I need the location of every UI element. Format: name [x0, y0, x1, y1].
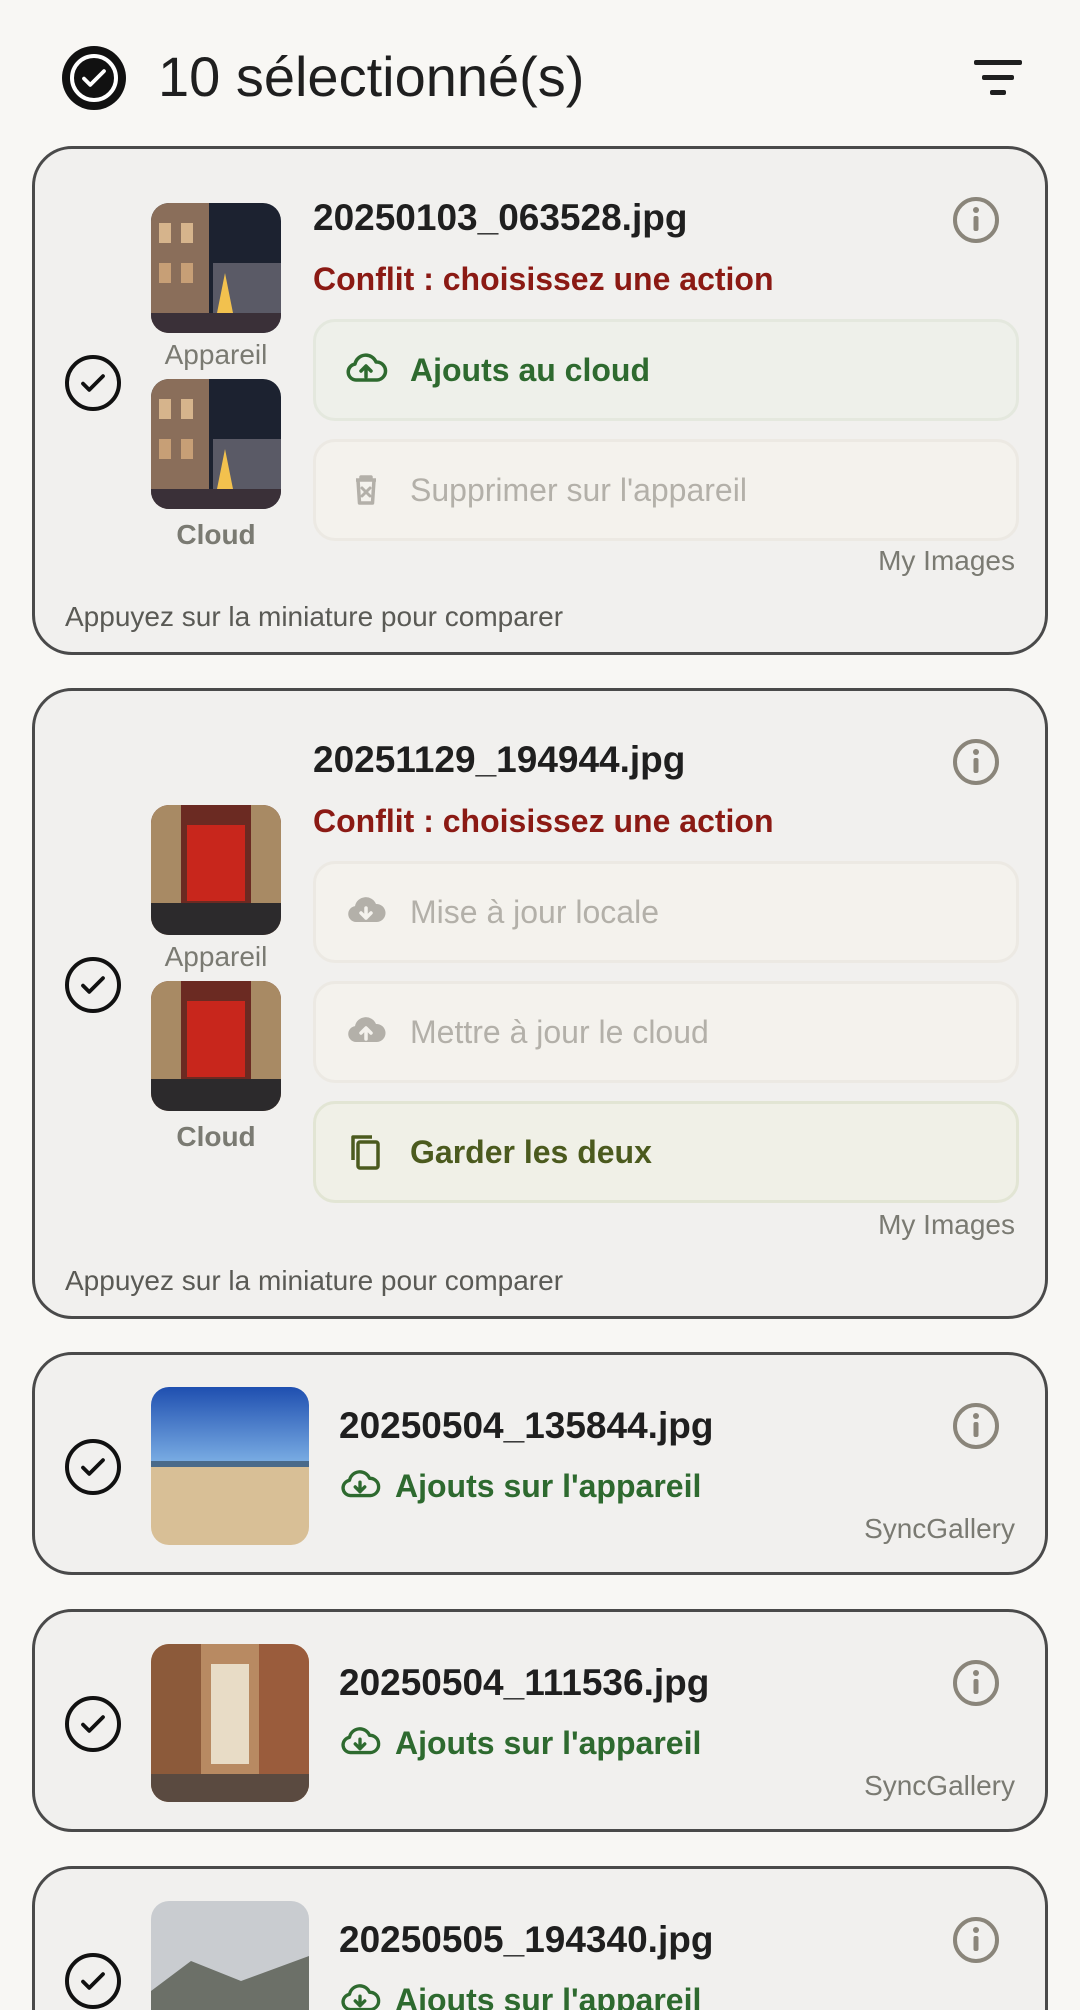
- update-local-button[interactable]: Mise à jour locale: [313, 861, 1019, 963]
- cloud-upload-icon: [348, 1017, 386, 1042]
- selection-count-title: 10 sélectionné(s): [158, 45, 585, 108]
- photo-thumbnail[interactable]: [151, 1644, 309, 1802]
- cloud-download-icon: [341, 1984, 381, 2010]
- cloud-upload-icon: [346, 353, 388, 382]
- source-album: My Images: [878, 545, 1015, 576]
- file-name: 20250103_063528.jpg: [313, 197, 688, 238]
- sync-item-card[interactable]: 20250504_111536.jpg Ajouts sur l'apparei…: [32, 1609, 1048, 1832]
- action-label: Mise à jour locale: [410, 893, 659, 930]
- cloud-thumbnail[interactable]: [151, 981, 281, 1111]
- conflict-card: Appareil Cloud 20250103_063528.jpg Confl…: [32, 146, 1048, 655]
- device-thumbnail[interactable]: [151, 805, 281, 935]
- info-icon[interactable]: [951, 1658, 1001, 1708]
- file-name: 20250505_194340.jpg: [339, 1919, 714, 1960]
- item-check-icon[interactable]: [65, 1953, 121, 2009]
- info-icon[interactable]: [951, 1915, 1001, 1965]
- sync-status-label: Ajouts sur l'appareil: [395, 1981, 702, 2010]
- source-album: My Images: [878, 1209, 1015, 1240]
- cloud-thumbnail-label: Cloud: [176, 519, 256, 550]
- delete-icon: [356, 475, 376, 505]
- sync-status: Ajouts sur l'appareil: [339, 1722, 701, 1764]
- top-app-bar: 10 sélectionné(s): [0, 0, 1080, 150]
- file-name: 20250504_135844.jpg: [339, 1405, 714, 1446]
- device-thumbnail-label: Appareil: [164, 339, 268, 370]
- info-icon[interactable]: [951, 737, 1001, 787]
- item-check-icon[interactable]: [65, 957, 121, 1013]
- cloud-thumbnail-label: Cloud: [176, 1121, 256, 1152]
- item-check-icon[interactable]: [65, 1696, 121, 1752]
- action-label: Mettre à jour le cloud: [410, 1013, 709, 1050]
- action-label: Ajouts au cloud: [410, 351, 650, 388]
- cloud-download-icon: [348, 897, 386, 922]
- conflict-message: Conflit : choisissez une action: [313, 261, 774, 297]
- cloud-download-icon: [341, 1470, 381, 1498]
- keep-both-button[interactable]: Garder les deux: [313, 1101, 1019, 1203]
- action-label: Supprimer sur l'appareil: [410, 471, 747, 508]
- photo-thumbnail[interactable]: [151, 1901, 309, 2010]
- photo-thumbnail[interactable]: [151, 1387, 309, 1545]
- compare-hint: Appuyez sur la miniature pour comparer: [65, 1265, 564, 1296]
- item-check-icon[interactable]: [65, 355, 121, 411]
- select-all-check-icon[interactable]: [62, 46, 126, 110]
- sync-status: Ajouts sur l'appareil: [339, 1465, 701, 1507]
- source-album: SyncGallery: [864, 1513, 1015, 1544]
- update-cloud-button[interactable]: Mettre à jour le cloud: [313, 981, 1019, 1083]
- sync-item-card[interactable]: 20250505_194340.jpg Ajouts sur l'apparei…: [32, 1866, 1048, 2010]
- sync-item-card[interactable]: 20250504_135844.jpg Ajouts sur l'apparei…: [32, 1352, 1048, 1575]
- compare-hint: Appuyez sur la miniature pour comparer: [65, 601, 564, 632]
- copy-icon: [351, 1135, 380, 1170]
- cloud-download-icon: [341, 1727, 381, 1755]
- conflict-message: Conflit : choisissez une action: [313, 803, 774, 839]
- action-label: Garder les deux: [410, 1133, 652, 1170]
- sync-status: Ajouts sur l'appareil: [339, 1979, 701, 2010]
- info-icon[interactable]: [951, 195, 1001, 245]
- cloud-thumbnail[interactable]: [151, 379, 281, 509]
- file-name: 20251129_194944.jpg: [313, 739, 686, 780]
- conflict-card: Appareil Cloud 20251129_194944.jpg Confl…: [32, 688, 1048, 1319]
- item-check-icon[interactable]: [65, 1439, 121, 1495]
- delete-on-device-button[interactable]: Supprimer sur l'appareil: [313, 439, 1019, 541]
- sync-status-label: Ajouts sur l'appareil: [395, 1467, 702, 1504]
- sync-status-label: Ajouts sur l'appareil: [395, 1724, 702, 1761]
- device-thumbnail-label: Appareil: [164, 941, 268, 972]
- device-thumbnail[interactable]: [151, 203, 281, 333]
- file-name: 20250504_111536.jpg: [339, 1662, 710, 1703]
- filter-icon[interactable]: [974, 56, 1030, 100]
- upload-to-cloud-button[interactable]: Ajouts au cloud: [313, 319, 1019, 421]
- source-album: SyncGallery: [864, 1770, 1015, 1801]
- info-icon[interactable]: [951, 1401, 1001, 1451]
